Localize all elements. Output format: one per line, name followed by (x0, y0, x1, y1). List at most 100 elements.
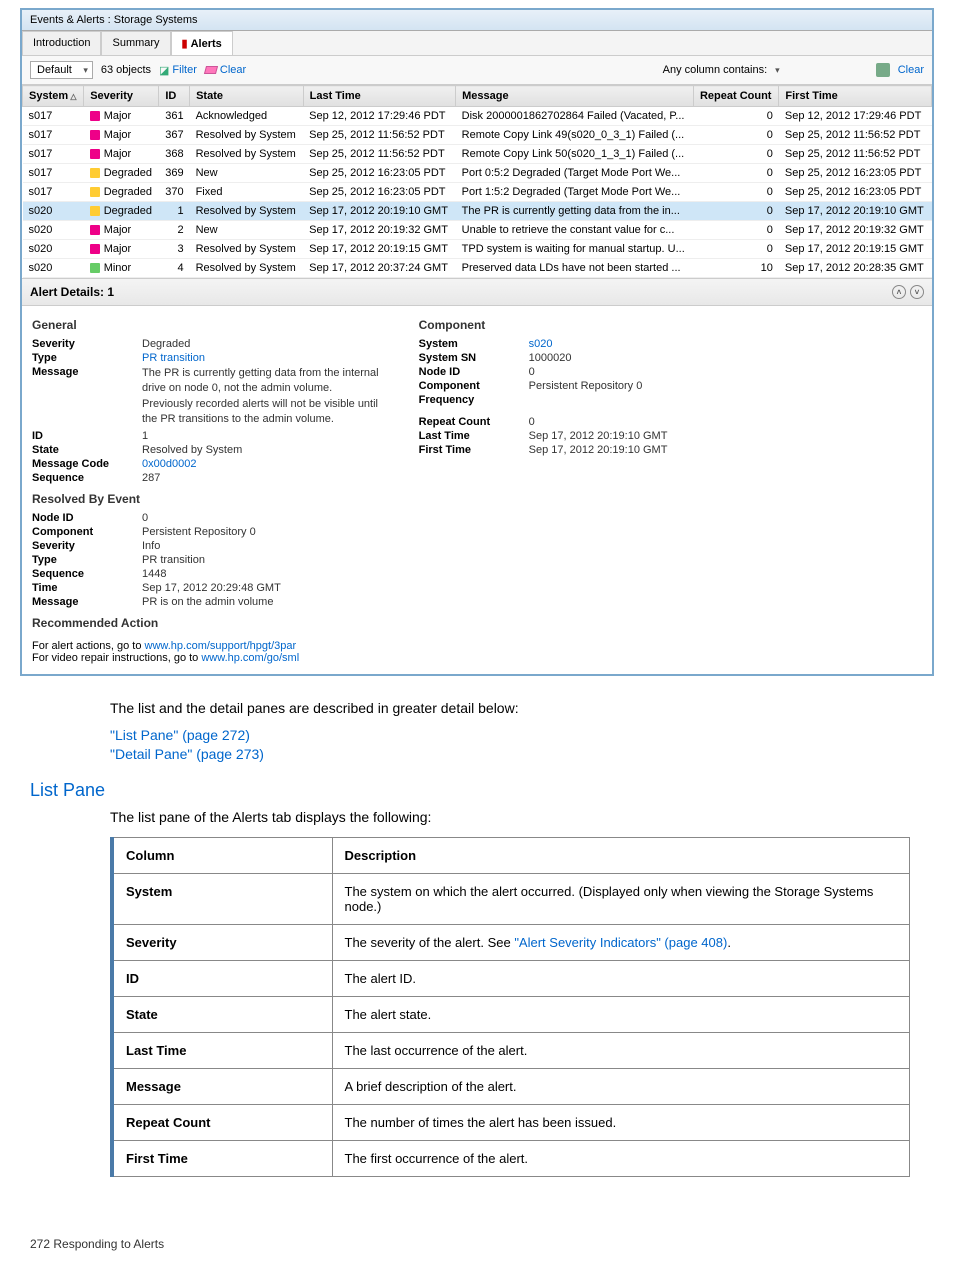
v-code[interactable]: 0x00d0002 (142, 458, 196, 470)
table-row[interactable]: s020Degraded1Resolved by SystemSep 17, 2… (23, 202, 932, 221)
severity-icon (90, 168, 100, 178)
expand-down-icon[interactable]: ˅ (910, 285, 924, 299)
filter-bar: Default 63 objects ◪Filter Clear Any col… (22, 56, 932, 85)
col-first-time[interactable]: First Time (779, 86, 932, 107)
desc-cell-column: State (112, 996, 332, 1032)
rv-comp: Persistent Repository 0 (142, 526, 256, 538)
details-body: General SeverityDegraded TypePR transiti… (22, 306, 932, 674)
ck-rc: Repeat Count (419, 416, 529, 428)
desc-cell-description: The alert ID. (332, 960, 910, 996)
rec-actions-heading: Recommended Action (32, 616, 379, 630)
desc-cell-column: Severity (112, 924, 332, 960)
col-id[interactable]: ID (159, 86, 190, 107)
k-state: State (32, 444, 142, 456)
desc-cell-column: Last Time (112, 1032, 332, 1068)
settings-icon[interactable] (876, 63, 890, 77)
severity-icon (90, 263, 100, 273)
tab-alerts[interactable]: ▮Alerts (171, 31, 233, 55)
msg-line3: Previously recorded alerts will not be v… (142, 397, 379, 412)
col-repeat-count[interactable]: Repeat Count (693, 86, 778, 107)
rk-type: Type (32, 554, 142, 566)
alert-details-title-text: Alert Details: 1 (30, 285, 114, 299)
severity-icon (90, 244, 100, 254)
objects-count: 63 objects (101, 64, 151, 76)
alert-details-header: Alert Details: 1 ˄ ˅ (22, 278, 932, 306)
k-type: Type (32, 352, 142, 364)
filter-default-select[interactable]: Default (30, 61, 93, 79)
k-id: ID (32, 430, 142, 442)
col-message[interactable]: Message (456, 86, 694, 107)
v-id: 1 (142, 430, 148, 442)
section-subtext: The list pane of the Alerts tab displays… (110, 809, 844, 825)
filter-link[interactable]: ◪Filter (159, 64, 197, 77)
table-row[interactable]: s017Major368Resolved by SystemSep 25, 20… (23, 145, 932, 164)
tab-summary[interactable]: Summary (101, 31, 170, 55)
ck-sn: System SN (419, 352, 529, 364)
chevron-down-icon[interactable]: ▾ (775, 65, 780, 76)
desc-cell-description: The number of times the alert has been i… (332, 1104, 910, 1140)
expand-up-icon[interactable]: ˄ (892, 285, 906, 299)
rv-time: Sep 17, 2012 20:29:48 GMT (142, 582, 281, 594)
rec2-link[interactable]: www.hp.com/go/sml (201, 652, 299, 664)
desc-cell-description: The last occurrence of the alert. (332, 1032, 910, 1068)
clear-label: Clear (220, 64, 246, 76)
table-row: First TimeThe first occurrence of the al… (112, 1140, 910, 1176)
table-row[interactable]: s017Major367Resolved by SystemSep 25, 20… (23, 126, 932, 145)
resolved-heading: Resolved By Event (32, 492, 379, 506)
rec2-pre: For video repair instructions, go to (32, 652, 201, 664)
k-message: Message (32, 366, 142, 428)
table-row[interactable]: s017Degraded370FixedSep 25, 2012 16:23:0… (23, 183, 932, 202)
clear-link[interactable]: Clear (205, 64, 246, 76)
cv-node: 0 (529, 366, 535, 378)
general-column: General SeverityDegraded TypePR transiti… (32, 312, 379, 668)
desc-cell-column: System (112, 873, 332, 924)
rv-node: 0 (142, 512, 148, 524)
events-alerts-window: Events & Alerts : Storage Systems Introd… (20, 8, 934, 676)
table-row: SystemThe system on which the alert occu… (112, 873, 910, 924)
col-severity[interactable]: Severity (84, 86, 159, 107)
section-heading-list-pane: List Pane (30, 780, 924, 801)
cv-comp: Persistent Repository 0 (529, 380, 643, 392)
rk-node: Node ID (32, 512, 142, 524)
col-state[interactable]: State (190, 86, 304, 107)
rk-time: Time (32, 582, 142, 594)
desc-cell-description: The first occurrence of the alert. (332, 1140, 910, 1176)
desc-cell-description: The alert state. (332, 996, 910, 1032)
desc-cell-column: ID (112, 960, 332, 996)
severity-icon (90, 206, 100, 216)
component-heading: Component (419, 318, 668, 332)
severity-icon (90, 187, 100, 197)
ck-node: Node ID (419, 366, 529, 378)
desc-cell-column: Repeat Count (112, 1104, 332, 1140)
cv-system[interactable]: s020 (529, 338, 553, 350)
table-row[interactable]: s020Major2NewSep 17, 2012 20:19:32 GMTUn… (23, 221, 932, 240)
table-row[interactable]: s020Minor4Resolved by SystemSep 17, 2012… (23, 259, 932, 278)
rk-seq: Sequence (32, 568, 142, 580)
cv-last: Sep 17, 2012 20:19:10 GMT (529, 430, 668, 442)
severity-icon (90, 111, 100, 121)
page-footer: 272 Responding to Alerts (30, 1237, 924, 1251)
v-state: Resolved by System (142, 444, 242, 456)
tab-introduction[interactable]: Introduction (22, 31, 101, 55)
table-row: SeverityThe severity of the alert. See "… (112, 924, 910, 960)
table-row[interactable]: s020Major3Resolved by SystemSep 17, 2012… (23, 240, 932, 259)
col-last-time[interactable]: Last Time (303, 86, 456, 107)
link-list-pane[interactable]: "List Pane" (page 272) (110, 727, 844, 743)
table-row[interactable]: s017Degraded369NewSep 25, 2012 16:23:05 … (23, 164, 932, 183)
ck-freq: Frequency (419, 394, 529, 406)
desc-cell-column: Message (112, 1068, 332, 1104)
clear-right-link[interactable]: Clear (898, 64, 924, 76)
desc-col2: Description (332, 837, 910, 873)
link-detail-pane[interactable]: "Detail Pane" (page 273) (110, 746, 844, 762)
description-table: Column Description SystemThe system on w… (110, 837, 910, 1177)
ck-first: First Time (419, 444, 529, 456)
v-type[interactable]: PR transition (142, 352, 205, 364)
inline-link[interactable]: "Alert Severity Indicators" (page 408) (514, 935, 727, 950)
severity-icon (90, 130, 100, 140)
table-row[interactable]: s017Major361AcknowledgedSep 12, 2012 17:… (23, 107, 932, 126)
rec1-link[interactable]: www.hp.com/support/hpgt/3par (145, 640, 297, 652)
k-severity: Severity (32, 338, 142, 350)
col-system[interactable]: System (23, 86, 84, 107)
ck-last: Last Time (419, 430, 529, 442)
filter-label: Filter (172, 64, 196, 76)
